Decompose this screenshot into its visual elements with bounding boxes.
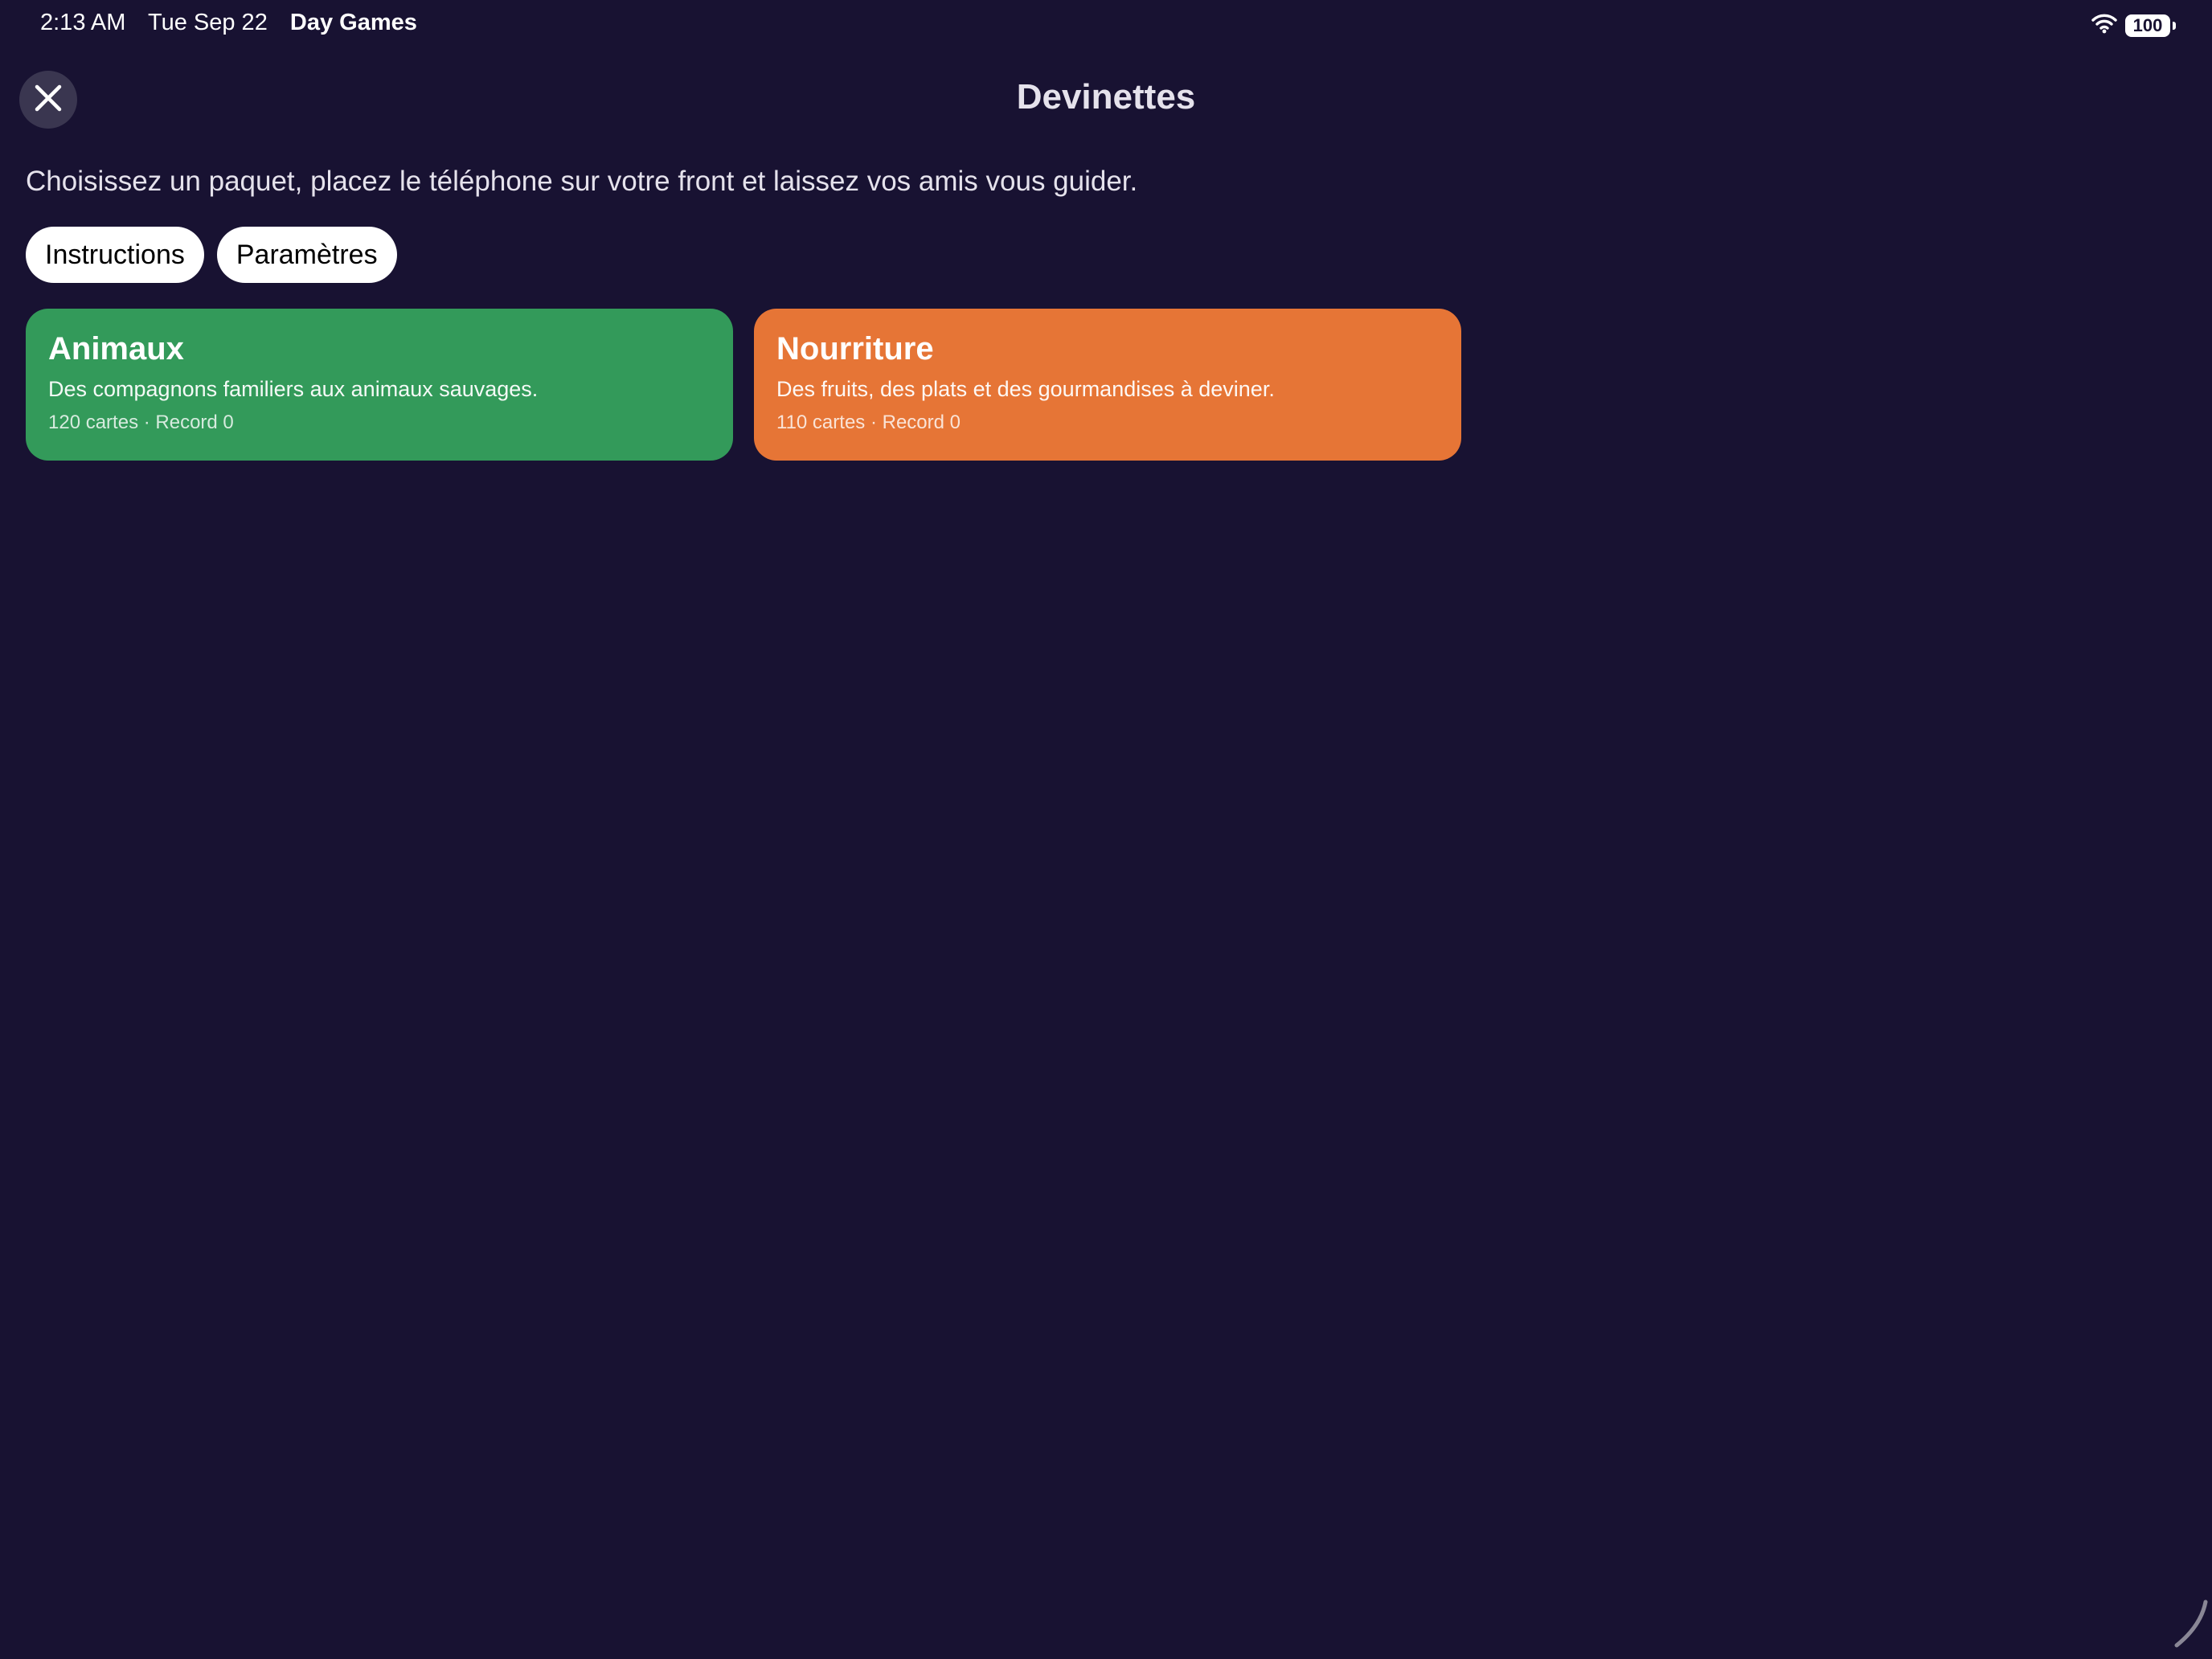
battery-indicator: 100 [2125, 14, 2176, 37]
deck-card-nourriture[interactable]: Nourriture Des fruits, des plats et des … [754, 309, 1461, 461]
status-app-name: Day Games [289, 10, 417, 35]
deck-title: Nourriture [776, 331, 934, 367]
wifi-icon [2091, 13, 2117, 38]
intro-text: Choisissez un paquet, placez le téléphon… [26, 166, 1138, 197]
instructions-button[interactable]: Instructions [26, 227, 204, 283]
status-time: 2:13 AM [40, 10, 126, 35]
action-buttons: Instructions Paramètres [26, 227, 397, 283]
status-left: 2:13 AM Tue Sep 22 Day Games [40, 10, 433, 36]
status-bar: 2:13 AM Tue Sep 22 Day Games 100 [0, 0, 2212, 51]
page-title: Devinettes [1016, 77, 1196, 117]
settings-button[interactable]: Paramètres [216, 227, 397, 283]
battery-level: 100 [2132, 14, 2163, 35]
deck-meta: 110 cartes · Record 0 [776, 412, 961, 433]
status-right: 100 [2091, 13, 2176, 38]
corner-resize-indicator [2156, 1599, 2212, 1659]
battery-cap [2173, 21, 2176, 30]
deck-list: Animaux Des compagnons familiers aux ani… [26, 309, 1461, 461]
deck-meta: 120 cartes · Record 0 [48, 412, 234, 433]
deck-description: Des compagnons familiers aux animaux sau… [48, 377, 539, 401]
status-date: Tue Sep 22 [147, 10, 268, 35]
deck-description: Des fruits, des plats et des gourmandise… [776, 377, 1275, 401]
deck-card-animaux[interactable]: Animaux Des compagnons familiers aux ani… [26, 309, 733, 461]
deck-title: Animaux [48, 331, 184, 367]
